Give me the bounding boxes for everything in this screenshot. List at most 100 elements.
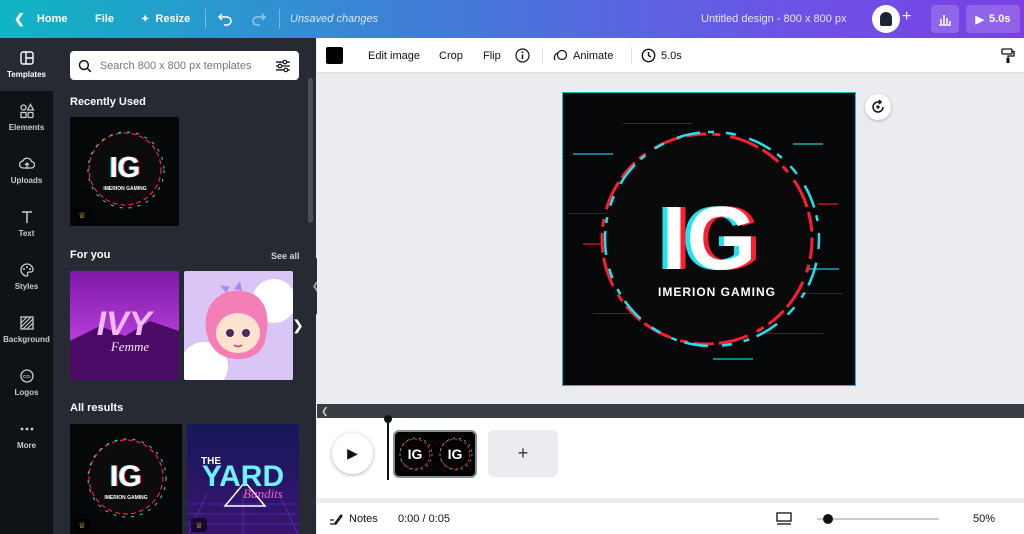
animate-icon <box>553 49 568 61</box>
ivy-femme-template-thumb[interactable]: IVY Femme <box>70 271 179 380</box>
play-duration: 5.0s <box>989 13 1011 25</box>
zoom-slider-track[interactable] <box>817 518 939 520</box>
zoom-level[interactable]: 50% <box>973 503 995 534</box>
insights-button[interactable] <box>931 5 959 33</box>
result-template-thumb-ig[interactable]: IG IG IG IMERION GAMING ♕ <box>70 424 182 534</box>
premium-crown-icon: ♕ <box>74 208 90 222</box>
rail-label: Templates <box>7 70 46 79</box>
edit-image-label: Edit image <box>368 49 420 62</box>
premium-crown-icon: ♕ <box>74 518 90 532</box>
rail-item-styles[interactable]: Styles <box>0 250 53 303</box>
crop-label: Crop <box>439 49 463 62</box>
undo-button[interactable] <box>217 0 233 38</box>
home-label: Home <box>36 13 68 25</box>
rail-label: Background <box>3 335 50 344</box>
context-toolbar: Edit image Crop Flip Animate 5.0s <box>317 38 1024 73</box>
add-page-button[interactable]: + <box>488 430 558 477</box>
search-box[interactable] <box>70 51 299 80</box>
see-all-link[interactable]: See all <box>271 251 300 261</box>
design-title[interactable]: Untitled design - 800 x 800 px <box>701 0 847 38</box>
svg-text:IG: IG <box>448 446 463 462</box>
more-icon <box>20 427 33 431</box>
notes-button[interactable]: Notes <box>329 503 378 534</box>
svg-text:IVY: IVY <box>97 305 155 343</box>
search-input[interactable] <box>99 59 268 72</box>
bar-chart-icon <box>939 15 951 26</box>
upload-icon <box>18 157 35 169</box>
svg-text:IG: IG <box>110 460 142 493</box>
panel-scrollbar[interactable] <box>308 78 313 223</box>
rotate-refresh-button[interactable] <box>865 94 891 120</box>
animate-label: Animate <box>573 49 614 62</box>
timeline: ▶ IG IG + <box>317 415 1024 498</box>
section-title-recent: Recently Used <box>70 96 146 108</box>
anime-girl-artwork <box>184 279 293 380</box>
add-collaborator-button[interactable]: + <box>902 8 911 26</box>
playhead[interactable] <box>384 415 392 480</box>
duration-label: 5.0s <box>661 49 682 62</box>
animate-button[interactable]: Animate <box>553 38 613 73</box>
timeline-toggle-bar[interactable]: ❮ <box>317 404 1024 418</box>
section-title-for-you: For you <box>70 249 111 261</box>
page-thumb-frame: IG <box>439 437 473 471</box>
rail-item-elements[interactable]: Elements <box>0 91 53 144</box>
rail-item-background[interactable]: Background <box>0 303 53 356</box>
section-title-all-results: All results <box>70 402 124 414</box>
palette-icon <box>19 263 34 277</box>
avatar[interactable] <box>872 5 900 33</box>
rail-item-more[interactable]: More <box>0 409 53 462</box>
resize-label: Resize <box>155 13 191 25</box>
info-button[interactable] <box>515 38 530 73</box>
svg-text:IG: IG <box>110 152 141 184</box>
resize-button[interactable]: ✦ Resize <box>141 0 190 38</box>
zoom-slider-knob[interactable] <box>823 514 834 524</box>
time-display: 0:00 / 0:05 <box>398 512 450 525</box>
color-swatch <box>326 47 343 64</box>
side-rail: Templates Elements Uploads Text Styles B… <box>0 38 53 534</box>
templates-icon <box>19 51 34 65</box>
ig-glitch-logo[interactable]: IG IG IG IMERION GAMING <box>563 93 855 385</box>
redo-icon <box>252 13 267 26</box>
logo-letters: IG <box>661 189 756 289</box>
result-template-thumb-yard[interactable]: THE YARD Bandits ♕ <box>187 424 299 534</box>
ivy-femme-artwork: IVY Femme <box>70 305 179 380</box>
rail-label: Styles <box>14 282 39 291</box>
svg-text:Bandits: Bandits <box>243 486 283 501</box>
color-picker-button[interactable] <box>326 38 343 73</box>
file-menu-button[interactable]: File <box>95 0 114 38</box>
design-page[interactable]: IG IG IG IMERION GAMING <box>562 92 856 386</box>
play-icon: ▶ <box>975 13 985 26</box>
timeline-play-button[interactable]: ▶ <box>332 433 373 474</box>
divider <box>279 9 280 29</box>
background-icon <box>19 316 34 330</box>
plus-icon: + <box>517 443 529 463</box>
notes-icon <box>330 513 343 525</box>
page-thumb-frame: IG <box>399 437 433 471</box>
text-icon <box>21 211 32 223</box>
edit-image-button[interactable]: Edit image <box>368 38 420 73</box>
canvas-area: IG IG IG IMERION GAMING <box>317 74 1024 404</box>
redo-button[interactable] <box>251 0 267 38</box>
home-button[interactable]: ❮ Home <box>14 0 67 38</box>
info-icon <box>515 48 530 63</box>
save-status: Unsaved changes <box>290 13 379 25</box>
top-bar: ❮ Home File ✦ Resize Unsaved changes Unt… <box>0 0 1024 38</box>
present-play-button[interactable]: ▶ 5.0s <box>966 5 1020 33</box>
rail-item-text[interactable]: Text <box>0 197 53 250</box>
duration-button[interactable]: 5.0s <box>641 38 682 73</box>
rail-item-templates[interactable]: Templates <box>0 38 53 91</box>
anime-girl-template-thumb[interactable] <box>184 271 293 380</box>
carousel-next-button[interactable]: ❯ <box>291 310 305 340</box>
crop-button[interactable]: Crop <box>439 38 463 73</box>
page-thumbnail[interactable]: IG IG <box>393 430 477 478</box>
page-view-button[interactable] <box>776 503 792 534</box>
flip-button[interactable]: Flip <box>483 38 501 73</box>
rail-item-uploads[interactable]: Uploads <box>0 144 53 197</box>
play-icon: ▶ <box>347 445 358 461</box>
copy-style-button[interactable] <box>1001 38 1015 73</box>
rail-item-logos[interactable]: CO. Logos <box>0 356 53 409</box>
recent-template-thumb[interactable]: IG IG IG IMERION GAMING ♕ <box>70 117 179 226</box>
chevron-left-icon: ❮ <box>14 11 25 26</box>
filter-icon[interactable] <box>275 59 291 73</box>
rail-label: Uploads <box>10 176 43 185</box>
